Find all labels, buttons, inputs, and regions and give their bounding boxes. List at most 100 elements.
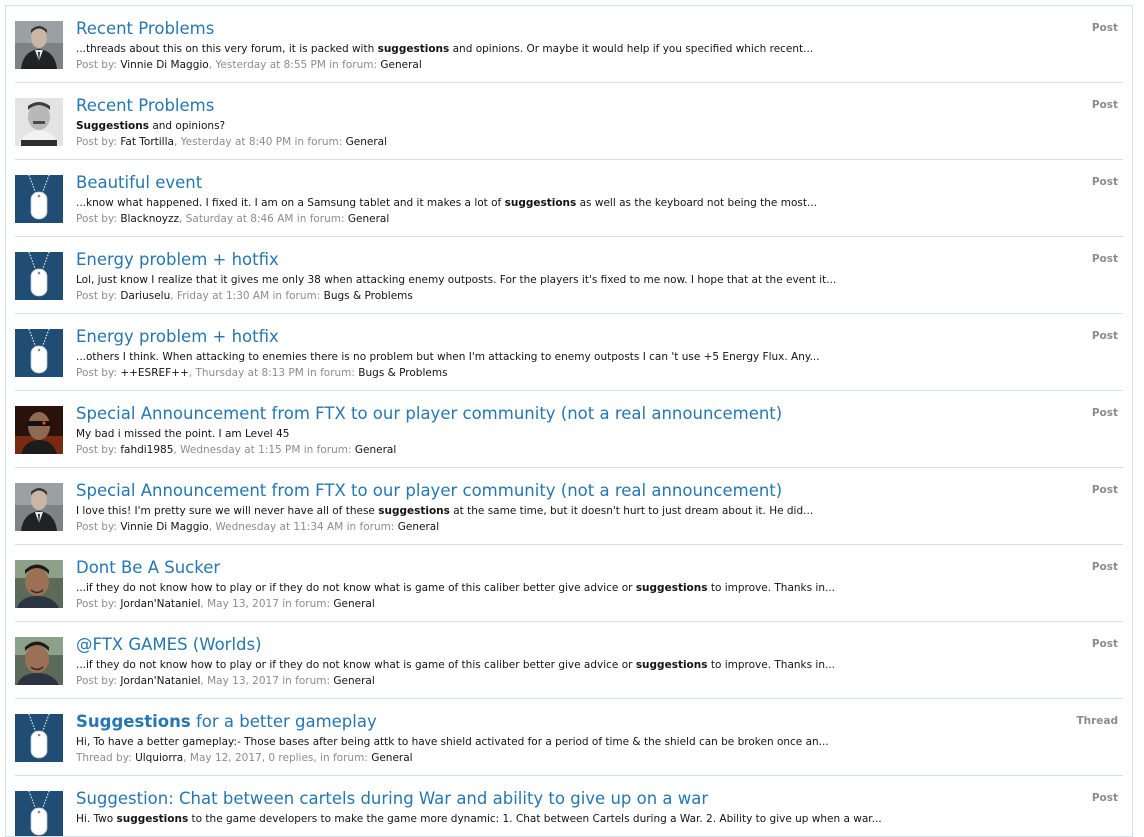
man-in-suit-photo[interactable] (15, 21, 63, 69)
forum-link[interactable]: General (371, 752, 412, 764)
forum-link[interactable]: General (398, 521, 439, 533)
dog-tag-icon-image (15, 791, 63, 836)
result-snippet: Hi, To have a better gameplay:- Those ba… (76, 735, 1043, 749)
result-title-link[interactable]: Recent Problems (76, 19, 1043, 39)
dog-tag-icon[interactable] (15, 714, 63, 762)
dog-tag-icon-image (15, 329, 63, 377)
result-title-link[interactable]: Suggestions for a better gameplay (76, 712, 1043, 732)
forum-link[interactable]: General (348, 213, 389, 225)
author-link[interactable]: fahdi1985 (120, 444, 173, 456)
snippet-text-rest: and opinions? (149, 120, 226, 132)
author-link[interactable]: Vinnie Di Maggio (120, 521, 208, 533)
author-link[interactable]: Ulquiorra (135, 752, 183, 764)
meta-by-label: Post by: (76, 290, 117, 302)
result-title-link[interactable]: Special Announcement from FTX to our pla… (76, 404, 1043, 424)
mugshot-photo[interactable] (15, 98, 63, 146)
result-meta: Post by: Fat Tortilla, Yesterday at 8:40… (76, 135, 1043, 149)
forum-link[interactable]: Bugs & Problems (324, 290, 413, 302)
result-meta: Post by: Vinnie Di Maggio, Yesterday at … (76, 58, 1043, 72)
meta-forum-label: in forum: (307, 367, 355, 379)
result-snippet: My bad i missed the point. I am Level 45 (76, 427, 1043, 441)
forum-link[interactable]: General (380, 59, 421, 71)
result-meta: Thread by: Ulquiorra, May 12, 2017, 0 re… (76, 751, 1043, 765)
meta-forum-label: in forum: (329, 59, 378, 71)
author-link[interactable]: ++ESREF++ (120, 367, 188, 379)
forum-link[interactable]: Bugs & Problems (358, 367, 447, 379)
forum-link[interactable]: General (333, 598, 374, 610)
author-link[interactable]: Jordan'Nataniel (120, 598, 200, 610)
selfie-photo-image (15, 560, 63, 608)
snippet-highlight: suggestions (504, 197, 577, 209)
meta-by-label: Post by: (76, 675, 117, 687)
title-text: Special Announcement from FTX to our pla… (76, 404, 783, 423)
title-text: Suggestion: Chat between cartels during … (76, 789, 709, 808)
title-text: Beautiful event (76, 173, 203, 192)
snippet-highlight: suggestions (635, 582, 708, 594)
post-date: May 13, 2017 (207, 675, 279, 687)
result-title-link[interactable]: Recent Problems (76, 96, 1043, 116)
meta-by-label: Post by: (76, 598, 117, 610)
forum-link[interactable]: General (346, 136, 387, 148)
title-text: Recent Problems (76, 19, 215, 38)
content-type-label: Post (1091, 330, 1118, 342)
result-title-link[interactable]: Dont Be A Sucker (76, 558, 1043, 578)
meta-forum-label: in forum: (272, 290, 321, 302)
snippet-text: ...if they do not know how to play or if… (76, 659, 636, 671)
man-in-suit-photo[interactable] (15, 483, 63, 531)
meta-extra: , 0 replies, (261, 752, 317, 764)
result-body: Special Announcement from FTX to our pla… (76, 404, 1043, 457)
content-type-label: Post (1091, 792, 1118, 804)
terminator-photo[interactable] (15, 406, 63, 454)
dog-tag-icon[interactable] (15, 175, 63, 223)
result-body: Energy problem + hotfix Lol, just know I… (76, 250, 1043, 303)
result-title-link[interactable]: Special Announcement from FTX to our pla… (76, 481, 1043, 501)
snippet-text: My bad i missed the point. I am Level 45 (76, 428, 290, 440)
man-in-suit-photo-image (15, 483, 63, 531)
author-link[interactable]: Vinnie Di Maggio (120, 59, 208, 71)
title-text-rest: for a better gameplay (190, 712, 377, 731)
meta-separator: , (173, 136, 181, 148)
result-title-link[interactable]: @FTX GAMES (Worlds) (76, 635, 1043, 655)
snippet-highlight: suggestions (378, 505, 450, 517)
meta-forum-label: in forum: (303, 444, 352, 456)
content-type-label: Post (1091, 22, 1118, 34)
result-body: Recent Problems ...threads about this on… (76, 19, 1043, 72)
result-snippet: ...others I think. When attacking to ene… (76, 350, 1043, 364)
author-link[interactable]: Dariuselu (120, 290, 170, 302)
meta-forum-label: in forum: (346, 521, 395, 533)
title-text: Special Announcement from FTX to our pla… (76, 481, 783, 500)
dog-tag-icon[interactable] (15, 252, 63, 300)
result-title-link[interactable]: Energy problem + hotfix (76, 327, 1043, 347)
mugshot-photo-image (15, 98, 63, 146)
man-in-suit-photo-image (15, 21, 63, 69)
meta-by-label: Post by: (76, 521, 117, 533)
meta-forum-label: in forum: (282, 675, 331, 687)
forum-link[interactable]: General (355, 444, 396, 456)
post-date: May 12, 2017 (189, 752, 262, 764)
result-title-link[interactable]: Suggestion: Chat between cartels during … (76, 789, 1043, 809)
content-type-label: Post (1091, 99, 1118, 111)
search-result-item: Recent Problems ...threads about this on… (15, 6, 1123, 83)
result-meta: Post by: Jordan'Nataniel, May 13, 2017 i… (76, 674, 1043, 688)
dog-tag-icon[interactable] (15, 329, 63, 377)
snippet-text: ...if they do not know how to play or if… (76, 582, 636, 594)
content-type-label: Thread (1076, 715, 1118, 727)
snippet-highlight: suggestions (635, 659, 708, 671)
result-title-link[interactable]: Energy problem + hotfix (76, 250, 1043, 270)
selfie-photo[interactable] (15, 560, 63, 608)
snippet-highlight: Suggestions (76, 120, 149, 132)
dog-tag-icon[interactable] (15, 791, 63, 836)
author-link[interactable]: Blacknoyzz (120, 213, 179, 225)
forum-link[interactable]: General (333, 675, 374, 687)
content-type-label: Post (1091, 253, 1118, 265)
selfie-photo[interactable] (15, 637, 63, 685)
author-link[interactable]: Fat Tortilla (120, 136, 174, 148)
search-results-list: Recent Problems ...threads about this on… (6, 6, 1132, 836)
content-type-label: Post (1091, 638, 1118, 650)
result-body: @FTX GAMES (Worlds) ...if they do not kn… (76, 635, 1043, 688)
author-link[interactable]: Jordan'Nataniel (120, 675, 200, 687)
result-title-link[interactable]: Beautiful event (76, 173, 1043, 193)
result-body: Dont Be A Sucker ...if they do not know … (76, 558, 1043, 611)
search-results-panel: Recent Problems ...threads about this on… (5, 5, 1133, 837)
title-text: @FTX GAMES (Worlds) (76, 635, 262, 654)
